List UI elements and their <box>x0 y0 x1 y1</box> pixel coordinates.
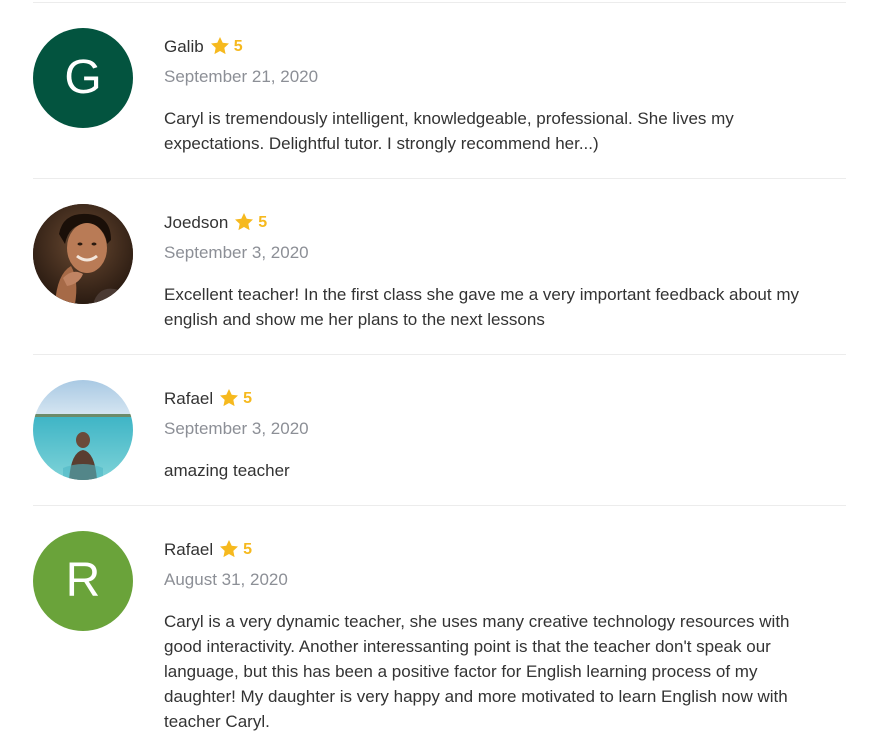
avatar <box>33 204 133 304</box>
review-item: Joedson 5 September 3, 2020 Excellent te… <box>33 179 846 354</box>
avatar-photo <box>33 204 133 304</box>
review-item: R Rafael 5 August 31, 2020 Caryl is a ve… <box>33 506 846 736</box>
avatar-letter: R <box>65 554 101 607</box>
star-icon <box>235 213 254 231</box>
review-item: G Galib 5 September 21, 2020 Caryl is tr… <box>33 3 846 178</box>
star-icon <box>210 37 229 55</box>
reviewer-name: Rafael <box>164 389 214 408</box>
avatar-photo <box>33 380 133 480</box>
reviewer-name: Rafael <box>164 540 214 559</box>
review-text: Caryl is tremendously intelligent, knowl… <box>164 109 734 153</box>
review-text: amazing teacher <box>164 461 290 480</box>
review-date: August 31, 2020 <box>164 570 288 589</box>
avatar: G <box>33 28 133 128</box>
review-item: Rafael 5 September 3, 2020 amazing teach… <box>33 355 846 505</box>
rating-value: 5 <box>243 390 253 407</box>
star-icon <box>220 540 239 558</box>
avatar <box>33 380 133 480</box>
review-text: Caryl is a very dynamic teacher, she use… <box>164 612 790 731</box>
review-date: September 3, 2020 <box>164 419 309 438</box>
star-icon <box>220 389 239 407</box>
review-text: Excellent teacher! In the first class sh… <box>164 285 799 329</box>
reviewer-name: Joedson <box>164 213 229 232</box>
reviews-list: G Galib 5 September 21, 2020 Caryl is tr… <box>33 0 846 736</box>
review-date: September 3, 2020 <box>164 243 309 262</box>
avatar: R <box>33 531 133 631</box>
reviewer-name: Galib <box>164 37 204 56</box>
rating-value: 5 <box>243 541 253 558</box>
rating-value: 5 <box>258 214 268 231</box>
review-date: September 21, 2020 <box>164 67 319 86</box>
avatar-letter: G <box>64 51 102 104</box>
rating-value: 5 <box>233 38 243 55</box>
